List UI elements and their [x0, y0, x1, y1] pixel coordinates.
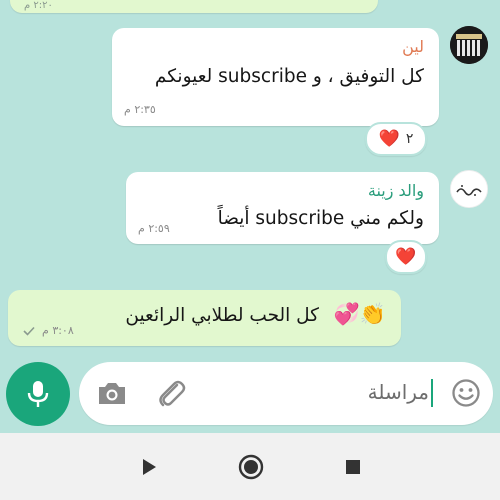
recents-square-icon[interactable] — [337, 451, 369, 483]
back-triangle-icon[interactable] — [133, 451, 165, 483]
message-input[interactable]: مراسلة — [79, 362, 493, 425]
avatar[interactable] — [450, 170, 488, 208]
previous-message-bubble[interactable]: ٢:٢٠ م — [10, 0, 378, 13]
reaction-badge[interactable]: ❤️ — [385, 240, 427, 274]
sender-name: والد زينة — [367, 181, 424, 200]
avatar[interactable] — [450, 26, 488, 64]
message-text: ولكم مني subscribe أيضاً — [217, 208, 424, 229]
message-time: ٢:٢٠ م — [24, 0, 53, 11]
camera-icon[interactable] — [95, 378, 129, 408]
sender-name: لين — [402, 37, 424, 56]
incoming-message-bubble[interactable]: لين كل التوفيق ، و subscribe لعيونكم ٢:٣… — [112, 28, 439, 126]
outgoing-message-bubble[interactable]: 👏💞 كل الحب لطلابي الرائعين ٣:٠٨ م — [8, 290, 401, 346]
heart-icon: ❤️ — [378, 129, 400, 149]
heart-icon: ❤️ — [395, 247, 417, 267]
calligraphy-avatar-image — [451, 171, 487, 207]
message-time: ٢:٣٥ م — [124, 103, 156, 116]
avatar-image — [450, 26, 488, 64]
reaction-count: ٢ — [405, 131, 414, 147]
attach-icon[interactable] — [155, 377, 187, 411]
message-time: ٢:٥٩ م — [138, 222, 170, 235]
reaction-badge[interactable]: ❤️ ٢ — [365, 122, 427, 156]
message-text: كل الحب لطلابي الرائعين — [125, 305, 319, 326]
mic-button[interactable] — [6, 362, 70, 426]
message-emojis: 👏💞 — [333, 302, 386, 326]
message-time: ٣:٠٨ م — [42, 324, 74, 337]
message-text: كل التوفيق ، و subscribe لعيونكم — [154, 66, 424, 87]
mic-icon — [27, 381, 49, 407]
home-circle-icon[interactable] — [235, 451, 267, 483]
check-icon — [22, 323, 36, 337]
incoming-message-bubble[interactable]: والد زينة ولكم مني subscribe أيضاً ٢:٥٩ … — [126, 172, 439, 244]
emoji-icon[interactable] — [451, 378, 481, 408]
input-placeholder: مراسلة — [367, 380, 429, 404]
system-nav-bar — [0, 433, 500, 500]
text-caret — [431, 379, 433, 407]
